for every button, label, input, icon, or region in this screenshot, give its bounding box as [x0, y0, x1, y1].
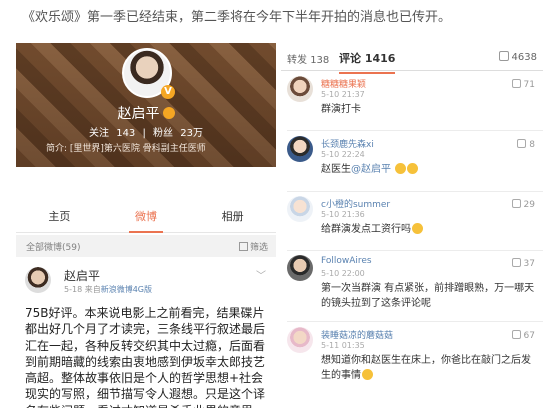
- post-time: 5-18: [64, 285, 83, 294]
- profile-cover: V 赵启平 关注 143 | 粉丝 23万 简介: [里世界]第六医院 骨科副主…: [16, 43, 276, 167]
- comments-panel: 转发 138 评论 1416 4638 糖糖糖果颖 5-10 21:37 71 …: [281, 43, 543, 408]
- divider: [287, 130, 543, 131]
- comment-text: 第一次当群演 有点紧张，前排蹭眼熟，万一哪天的镜头拉到了这条评论呢: [321, 283, 535, 309]
- profile-panel: V 赵启平 关注 143 | 粉丝 23万 简介: [里世界]第六医院 骨科副主…: [16, 43, 276, 408]
- divider: [287, 321, 543, 322]
- comment-item: 长颈鹿先森xi 5-10 22:24 8 赵医生@赵启平: [281, 136, 543, 188]
- feed-filter-bar: 全部微博(59) 筛选: [16, 235, 276, 257]
- comment-avatar[interactable]: [287, 76, 313, 102]
- thumb-up-icon: [517, 139, 527, 148]
- comment-author[interactable]: 长颈鹿先森xi: [321, 137, 374, 150]
- feed-count: 全部微博(59): [26, 243, 81, 253]
- comment-like-button[interactable]: 8: [517, 139, 535, 150]
- comment-time: 5-10 22:00: [321, 269, 365, 278]
- thumb-up-icon: [511, 258, 521, 267]
- like-icon: [498, 51, 509, 61]
- comment-author[interactable]: 糖糖糖果颖: [321, 77, 366, 90]
- thumb-up-icon: [511, 330, 521, 339]
- profile-name[interactable]: 赵启平: [118, 106, 160, 122]
- tab-home[interactable]: 主页: [16, 201, 103, 232]
- comment-time: 5-10 21:37: [321, 90, 365, 99]
- tab-repost[interactable]: 转发 138: [287, 51, 329, 66]
- post-client-prefix: 来自: [84, 285, 101, 294]
- comment-author[interactable]: 装睡菇凉的蘑菇菇: [321, 328, 393, 341]
- emoji-icon: [407, 163, 419, 174]
- mention-link[interactable]: @赵启平: [351, 164, 391, 175]
- chevron-down-icon[interactable]: ﹀: [256, 267, 268, 282]
- comment-author[interactable]: FollowAires: [321, 256, 372, 266]
- post-client[interactable]: 新浪微博4G版: [101, 285, 152, 294]
- comment-avatar[interactable]: [287, 327, 313, 353]
- thumb-up-icon: [511, 79, 521, 88]
- tab-comments[interactable]: 评论 1416: [339, 50, 396, 74]
- comment-item: FollowAires 5-10 22:00 37 第一次当群演 有点紧张，前排…: [281, 255, 543, 319]
- follow-count[interactable]: 143: [116, 128, 135, 139]
- comment-text: 群演打卡: [321, 104, 361, 115]
- post-body: 75B好评。本来说电影上之前看完，结果碟片都出好几个月了才读完，三条线平行叙述最…: [25, 306, 266, 408]
- post-author-name[interactable]: 赵启平: [64, 267, 100, 284]
- comment-text: 赵医生@赵启平: [321, 163, 537, 178]
- comment-tabs: 转发 138 评论 1416 4638: [281, 43, 543, 74]
- emoji-icon: [362, 368, 373, 380]
- comment-time: 5-10 21:36: [321, 210, 365, 219]
- comment-like-button[interactable]: 29: [511, 199, 535, 210]
- divider: [287, 191, 543, 192]
- comment-like-button[interactable]: 71: [511, 79, 535, 90]
- profile-intro: 简介: [里世界]第六医院 骨科副主任医师: [46, 144, 206, 154]
- tab-album[interactable]: 相册: [189, 201, 276, 232]
- comment-text: 想知道你和赵医生在床上，你爸比在敲门之后发生的事情: [321, 355, 531, 381]
- comment-avatar[interactable]: [287, 196, 313, 222]
- profile-stats: 关注 143 | 粉丝 23万: [89, 128, 203, 139]
- comment-author[interactable]: c小橙的summer: [321, 197, 390, 210]
- filter-button[interactable]: 筛选: [238, 240, 268, 253]
- verified-badge-icon: V: [161, 85, 175, 99]
- comment-avatar[interactable]: [287, 255, 313, 281]
- tab-likes[interactable]: 4638: [498, 51, 537, 63]
- emoji-icon: [412, 223, 423, 234]
- comment-time: 5-11 01:35: [321, 341, 365, 350]
- comment-avatar[interactable]: [287, 136, 313, 162]
- post-author-avatar[interactable]: [25, 267, 51, 293]
- weibo-post: 赵启平 5-18 来自新浪微博4G版 ﹀ 75B好评。本来说电影上之前看完，结果…: [16, 259, 276, 408]
- profile-tabs: 主页 微博 相册: [16, 201, 276, 233]
- vip-badge-icon: [162, 107, 175, 119]
- comment-like-button[interactable]: 67: [511, 330, 535, 341]
- follow-label: 关注: [89, 128, 110, 139]
- filter-icon: [238, 242, 248, 251]
- emoji-icon: [395, 163, 407, 174]
- comment-item: 糖糖糖果颖 5-10 21:37 71 群演打卡: [281, 76, 543, 126]
- comment-like-button[interactable]: 37: [511, 258, 535, 269]
- fans-count[interactable]: 23万: [180, 128, 203, 139]
- post-meta: 5-18 来自新浪微博4G版: [64, 284, 152, 295]
- comment-item: c小橙的summer 5-10 21:36 29 给群演发点工资行吗: [281, 196, 543, 248]
- fans-label: 粉丝: [153, 128, 174, 139]
- comment-time: 5-10 22:24: [321, 150, 365, 159]
- filter-label: 筛选: [249, 243, 268, 253]
- thumb-up-icon: [511, 199, 521, 208]
- article-caption: 《欢乐颂》第一季已经结束，第二季将在今年下半年开拍的消息也已传开。: [22, 10, 452, 25]
- comment-item: 装睡菇凉的蘑菇菇 5-11 01:35 67 想知道你和赵医生在床上，你爸比在敲…: [281, 327, 543, 393]
- comment-text: 给群演发点工资行吗: [321, 223, 537, 238]
- divider: [287, 250, 543, 251]
- tab-weibo[interactable]: 微博: [103, 201, 190, 233]
